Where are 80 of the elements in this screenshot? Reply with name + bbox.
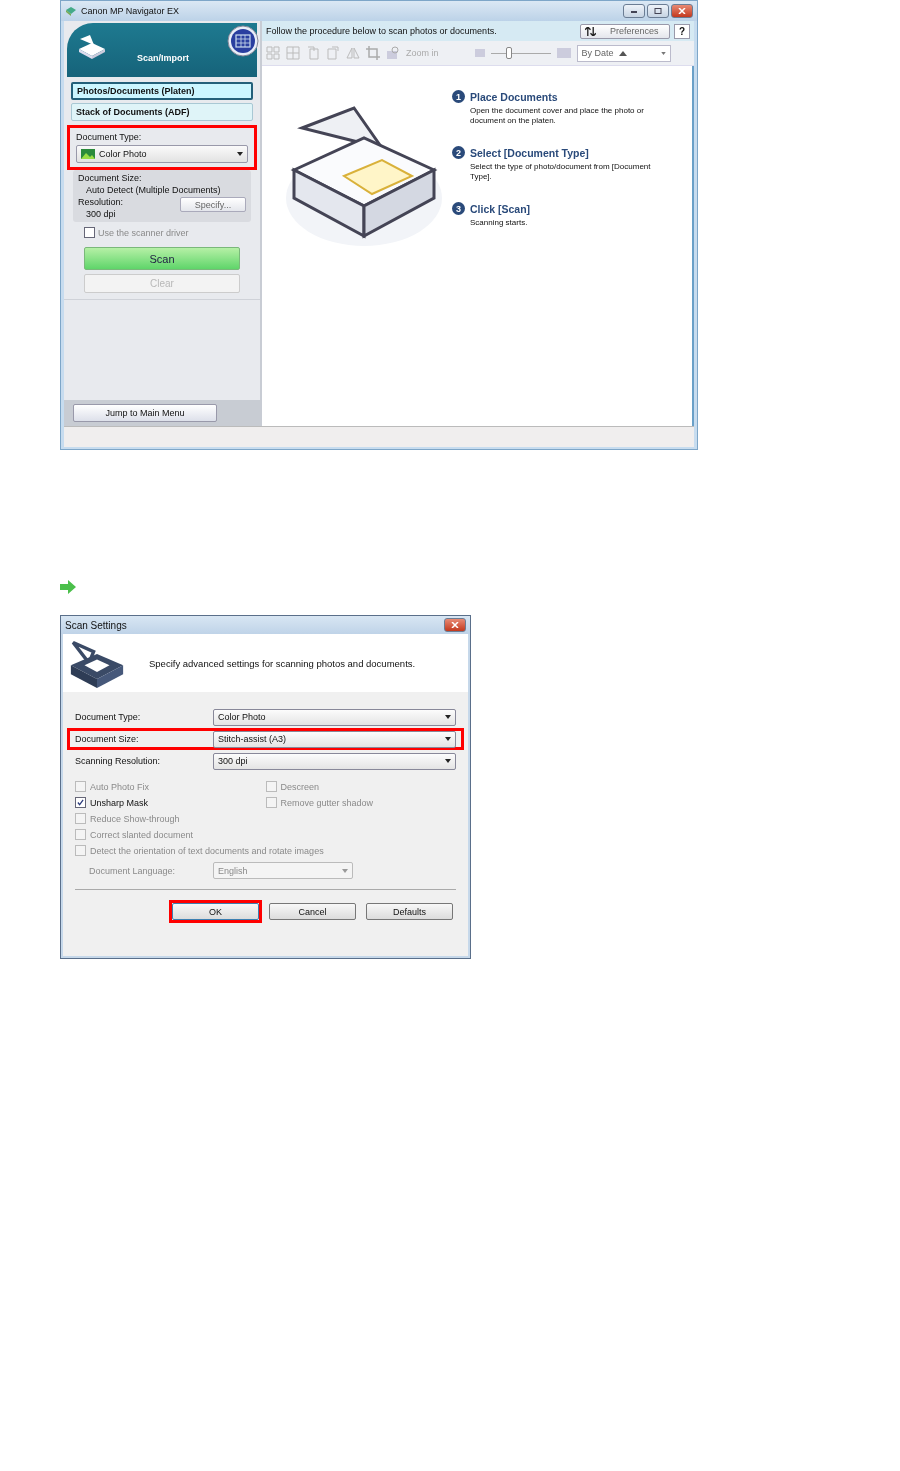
document-type-dropdown[interactable]: Color Photo bbox=[76, 145, 248, 163]
zoom-in-label: Zoom in bbox=[406, 48, 439, 58]
rotate-left-icon[interactable] bbox=[306, 46, 320, 60]
option-label: Detect the orientation of text documents and rotate images bbox=[90, 845, 324, 856]
step-title: Place Documents bbox=[470, 90, 558, 103]
dropdown[interactable]: 300 dpi bbox=[213, 752, 456, 770]
source-tab[interactable]: Photos/Documents (Platen) bbox=[71, 82, 253, 100]
help-button[interactable]: ? bbox=[674, 23, 690, 39]
close-button[interactable] bbox=[444, 618, 466, 632]
step-description: Scanning starts. bbox=[469, 218, 529, 228]
dialog-button[interactable]: OK bbox=[172, 903, 259, 920]
mirror-icon[interactable] bbox=[346, 46, 360, 60]
resolution-label: Resolution: bbox=[78, 197, 124, 207]
caret-icon bbox=[445, 759, 451, 763]
crop-icon[interactable] bbox=[366, 46, 380, 60]
grid-menu-icon[interactable] bbox=[227, 25, 259, 57]
document-size-label: Document Size: bbox=[78, 173, 143, 183]
instruction-text: Follow the procedure below to scan photos or documents. bbox=[266, 26, 498, 36]
option-label: Correct slanted document bbox=[90, 829, 194, 840]
large-image-icon bbox=[556, 46, 571, 60]
step-number: 1 bbox=[452, 90, 465, 103]
resolution-value: 300 dpi bbox=[85, 209, 117, 219]
caret-icon bbox=[660, 51, 666, 55]
step-number: 3 bbox=[452, 202, 465, 215]
maximize-button[interactable] bbox=[647, 4, 669, 18]
specify-button[interactable]: Specify... bbox=[180, 197, 246, 212]
sort-arrows-icon bbox=[585, 26, 596, 36]
close-icon bbox=[450, 622, 460, 628]
step-description: Select the type of photo/document from [Document Type]. bbox=[469, 162, 652, 182]
caret-icon bbox=[237, 152, 243, 156]
small-image-icon bbox=[474, 49, 485, 57]
dialog-description: Specify advanced settings for scanning photos and documents. bbox=[149, 657, 416, 669]
thumbnail-size-slider[interactable] bbox=[490, 47, 551, 59]
document-type-label: Document Type: bbox=[76, 132, 143, 142]
document-size-value: Auto Detect (Multiple Documents) bbox=[85, 185, 222, 195]
caret-icon bbox=[445, 715, 451, 719]
maximize-icon bbox=[653, 8, 663, 14]
step-description: Open the document cover and place the photo or document on the platen. bbox=[469, 106, 645, 126]
option-label: Remove gutter shadow bbox=[280, 797, 374, 808]
zoom-icon[interactable] bbox=[386, 46, 400, 60]
scanner-icon bbox=[77, 33, 107, 59]
step-title: Select [Document Type] bbox=[470, 146, 589, 159]
dialog-button[interactable]: Defaults bbox=[366, 903, 453, 920]
right-arrow-icon bbox=[60, 580, 76, 594]
rotate-right-icon[interactable] bbox=[326, 46, 340, 60]
mode-title: Scan/Import bbox=[137, 53, 189, 63]
language-label: Document Language: bbox=[88, 865, 177, 876]
field-label: Document Type: bbox=[75, 712, 142, 722]
photo-icon bbox=[81, 149, 95, 159]
dropdown[interactable]: Stitch-assist (A3) bbox=[213, 730, 456, 748]
window-title: Canon MP Navigator EX bbox=[81, 6, 180, 16]
app-icon bbox=[65, 5, 77, 17]
option-label: Unsharp Mask bbox=[90, 797, 149, 808]
source-tab[interactable]: Stack of Documents (ADF) bbox=[71, 103, 253, 121]
minimize-button[interactable] bbox=[623, 4, 645, 18]
dialog-title: Scan Settings bbox=[65, 619, 127, 631]
field-label: Scanning Resolution: bbox=[75, 756, 162, 766]
sort-dropdown[interactable]: By Date bbox=[576, 44, 671, 62]
checkbox[interactable] bbox=[75, 797, 86, 808]
minimize-icon bbox=[629, 8, 639, 14]
field-label: Document Size: bbox=[75, 734, 140, 744]
jump-to-main-menu-button[interactable]: Jump to Main Menu bbox=[73, 404, 217, 422]
dialog-button[interactable]: Cancel bbox=[269, 903, 356, 920]
close-button[interactable] bbox=[671, 4, 693, 18]
close-icon bbox=[677, 8, 687, 14]
option-label: Descreen bbox=[280, 781, 320, 792]
checkbox[interactable] bbox=[84, 227, 95, 238]
scan-button[interactable]: Scan bbox=[84, 247, 240, 270]
option-label: Auto Photo Fix bbox=[90, 781, 150, 792]
dropdown[interactable]: Color Photo bbox=[213, 708, 456, 726]
sort-ascending-icon bbox=[618, 50, 627, 56]
caret-icon bbox=[445, 737, 451, 741]
grid-icon[interactable] bbox=[286, 46, 300, 60]
caret-icon bbox=[342, 868, 348, 873]
step-title: Click [Scan] bbox=[470, 202, 531, 215]
scanner-driver-label: Use the scanner driver bbox=[98, 227, 189, 238]
step-number: 2 bbox=[452, 146, 465, 159]
preferences-button[interactable]: Preferences bbox=[580, 23, 670, 39]
grid-icon[interactable] bbox=[266, 46, 280, 60]
option-label: Reduce Show-through bbox=[90, 813, 180, 824]
